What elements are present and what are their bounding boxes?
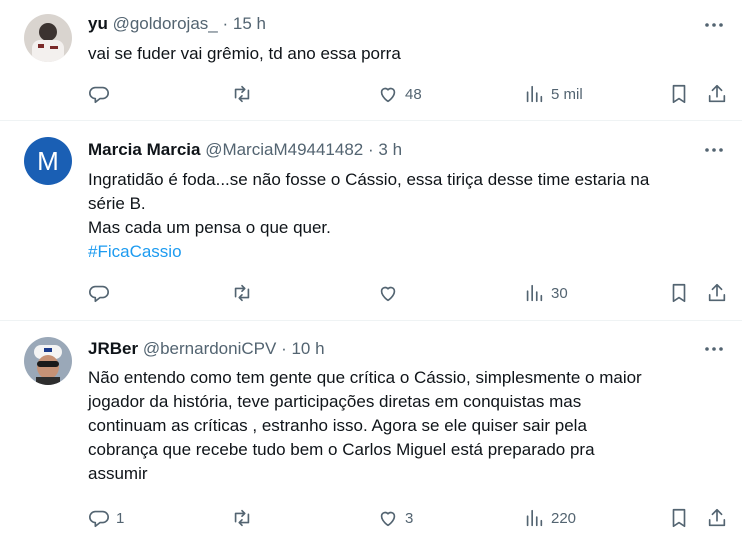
tweet-text-line: Não entendo como tem gente que crítica o…	[88, 368, 642, 387]
heart-icon	[380, 511, 396, 527]
tweet-text-line: cobrança que recebe tudo bem o Carlos Mi…	[88, 440, 595, 459]
timestamp[interactable]: 3 h	[378, 140, 402, 159]
retweet-icon	[234, 509, 250, 527]
retweet-icon	[234, 284, 250, 302]
views-count: 220	[551, 509, 577, 527]
views-button[interactable]: 30	[523, 280, 568, 306]
avatar[interactable]	[24, 14, 72, 62]
timestamp[interactable]: 10 h	[291, 339, 324, 358]
views-count: 5 mil	[551, 85, 583, 103]
reply-icon	[89, 86, 109, 104]
views-button[interactable]: 5 mil	[523, 81, 583, 107]
user-handle[interactable]: @goldorojas_	[113, 14, 218, 33]
tweet-header: Marcia Marcia @MarciaM49441482 · 3 h	[88, 139, 682, 161]
views-icon	[526, 509, 543, 527]
bookmark-icon	[672, 508, 686, 528]
share-button[interactable]	[706, 81, 728, 107]
more-options-icon[interactable]	[702, 14, 726, 36]
tweet[interactable]: yu @goldorojas_ · 15 h vai se fuder vai …	[0, 0, 742, 121]
views-count: 30	[551, 284, 568, 302]
reply-icon	[89, 285, 109, 303]
bookmark-icon	[672, 283, 686, 303]
tweet[interactable]: JRBer @bernardoniCPV · 10 h Não entendo …	[0, 321, 742, 536]
display-name[interactable]: JRBer	[88, 339, 138, 358]
views-icon	[526, 85, 543, 103]
separator: ·	[368, 140, 374, 159]
share-icon	[708, 84, 726, 103]
timestamp[interactable]: 15 h	[233, 14, 266, 33]
bookmark-icon	[672, 84, 686, 104]
tweet-actions: 48 5 mil	[88, 81, 730, 107]
separator: ·	[222, 14, 229, 33]
reply-button[interactable]	[88, 81, 116, 107]
tweet-actions: 30	[88, 280, 730, 306]
separator: ·	[281, 339, 287, 358]
tweet-text-line: Mas cada um pensa o que quer.	[88, 218, 331, 237]
hashtag-link[interactable]: #FicaCassio	[88, 240, 722, 264]
like-count: 48	[405, 85, 422, 103]
retweet-icon	[234, 85, 250, 103]
bookmark-button[interactable]	[668, 81, 690, 107]
tweet-header: JRBer @bernardoniCPV · 10 h	[88, 338, 682, 360]
tweet-text-line: série B.	[88, 194, 146, 213]
retweet-button[interactable]	[231, 280, 259, 306]
tweet-actions: 1 3 220	[88, 505, 730, 531]
display-name[interactable]: yu	[88, 14, 108, 33]
heart-icon	[380, 286, 396, 302]
reply-count: 1	[116, 509, 125, 527]
more-options-icon[interactable]	[702, 338, 726, 360]
avatar[interactable]	[24, 337, 72, 385]
user-handle[interactable]: @bernardoniCPV	[143, 339, 277, 358]
avatar[interactable]: M	[24, 137, 72, 185]
tweet-text-line: vai se fuder vai grêmio, td ano essa por…	[88, 44, 401, 63]
reply-icon	[89, 510, 109, 528]
user-handle[interactable]: @MarciaM49441482	[205, 140, 363, 159]
tweet-text: Não entendo como tem gente que crítica o…	[88, 366, 722, 486]
views-icon	[526, 284, 543, 302]
like-count: 3	[405, 509, 414, 527]
bookmark-button[interactable]	[668, 505, 690, 531]
share-button[interactable]	[706, 505, 728, 531]
tweet-text-line: continuam as críticas , estranho isso. A…	[88, 416, 587, 435]
views-button[interactable]: 220	[523, 505, 576, 531]
like-button[interactable]	[377, 280, 405, 306]
tweet-text-line: jogador da história, teve participações …	[88, 392, 582, 411]
tweet-text-line: assumir	[88, 464, 148, 483]
reply-button[interactable]	[88, 280, 116, 306]
tweet-header: yu @goldorojas_ · 15 h	[88, 13, 682, 35]
share-button[interactable]	[706, 280, 728, 306]
tweet-text: Ingratidão é foda...se não fosse o Cássi…	[88, 168, 722, 264]
more-options-icon[interactable]	[702, 139, 726, 161]
reply-button[interactable]: 1	[88, 505, 124, 531]
heart-icon	[380, 87, 396, 103]
avatar-letter: M	[37, 145, 59, 176]
display-name[interactable]: Marcia Marcia	[88, 140, 200, 159]
tweet-text: vai se fuder vai grêmio, td ano essa por…	[88, 42, 722, 66]
like-button[interactable]: 48	[377, 81, 422, 107]
retweet-button[interactable]	[231, 505, 259, 531]
share-icon	[708, 283, 726, 302]
bookmark-button[interactable]	[668, 280, 690, 306]
retweet-button[interactable]	[231, 81, 259, 107]
share-icon	[708, 508, 726, 527]
tweet-text-line: Ingratidão é foda...se não fosse o Cássi…	[88, 170, 650, 189]
like-button[interactable]: 3	[377, 505, 413, 531]
tweet[interactable]: M Marcia Marcia @MarciaM49441482 · 3 h I…	[0, 121, 742, 321]
